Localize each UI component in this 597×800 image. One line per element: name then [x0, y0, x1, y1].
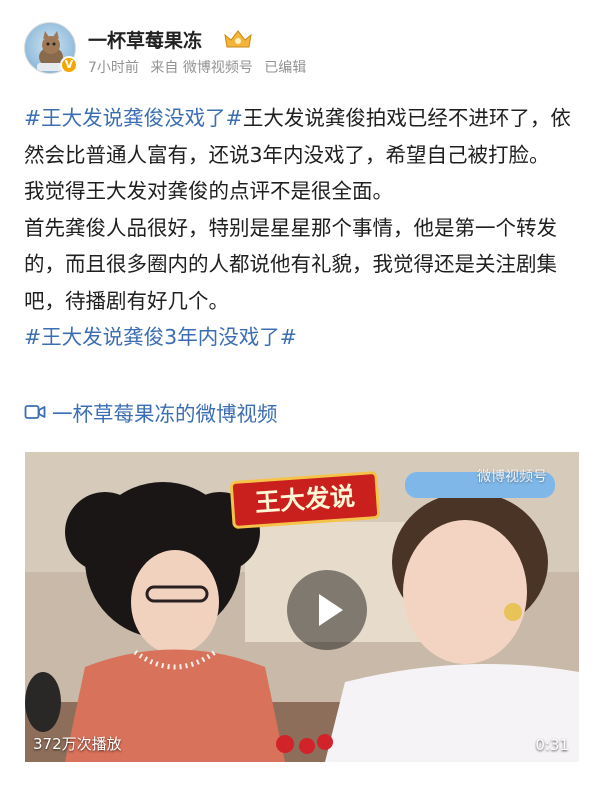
play-button[interactable]: [287, 570, 367, 650]
username[interactable]: 一杯草莓果冻: [88, 26, 202, 53]
edited-label[interactable]: 已编辑: [264, 60, 306, 76]
post-time: 7小时前: [88, 60, 139, 76]
verified-badge-icon: V: [60, 56, 78, 74]
weibo-post: V 一杯草莓果冻 7小时前 来自 微博视频号 已编辑 #王大发说龚俊没戏了#王大…: [0, 0, 597, 800]
hashtag-link[interactable]: #王大发说龚俊没戏了#: [24, 106, 243, 130]
video-link[interactable]: 一杯草莓果冻的微博视频: [24, 397, 278, 427]
video-watermark: 微博视频号: [477, 469, 547, 485]
post-source[interactable]: 来自 微博视频号: [150, 60, 252, 76]
play-count: 372万次播放: [33, 735, 122, 753]
vip-crown-icon[interactable]: [222, 27, 254, 51]
show-title: 王大发说: [254, 481, 356, 518]
video-camera-icon: [24, 405, 46, 419]
paragraph-2: 我觉得王大发对龚俊的点评不是很全面。: [24, 179, 393, 203]
post-body: #王大发说龚俊没戏了#王大发说龚俊拍戏已经不进环了，依然会比普通人富有，还说3年…: [24, 100, 576, 356]
video-duration: 0:31: [535, 736, 569, 754]
paragraph-3: 首先龚俊人品很好，特别是星星那个事情，他是第一个转发的，而且很多圈内的人都说他有…: [24, 215, 557, 313]
paragraph-1: #王大发说龚俊没戏了#王大发说龚俊拍戏已经不进环了，依然会比普通人富有，还说3年…: [24, 100, 576, 173]
video-link-label: 一杯草莓果冻的微博视频: [52, 402, 278, 426]
play-icon: [319, 594, 343, 626]
post-meta: 7小时前 来自 微博视频号 已编辑: [88, 57, 313, 77]
video-player[interactable]: 王大发说 微博视频号 372万次播放 0:31: [25, 452, 579, 762]
show-title-sign: 王大发说: [229, 470, 381, 530]
hashtag-link-2[interactable]: #王大发说龚俊3年内没戏了#: [24, 319, 576, 356]
